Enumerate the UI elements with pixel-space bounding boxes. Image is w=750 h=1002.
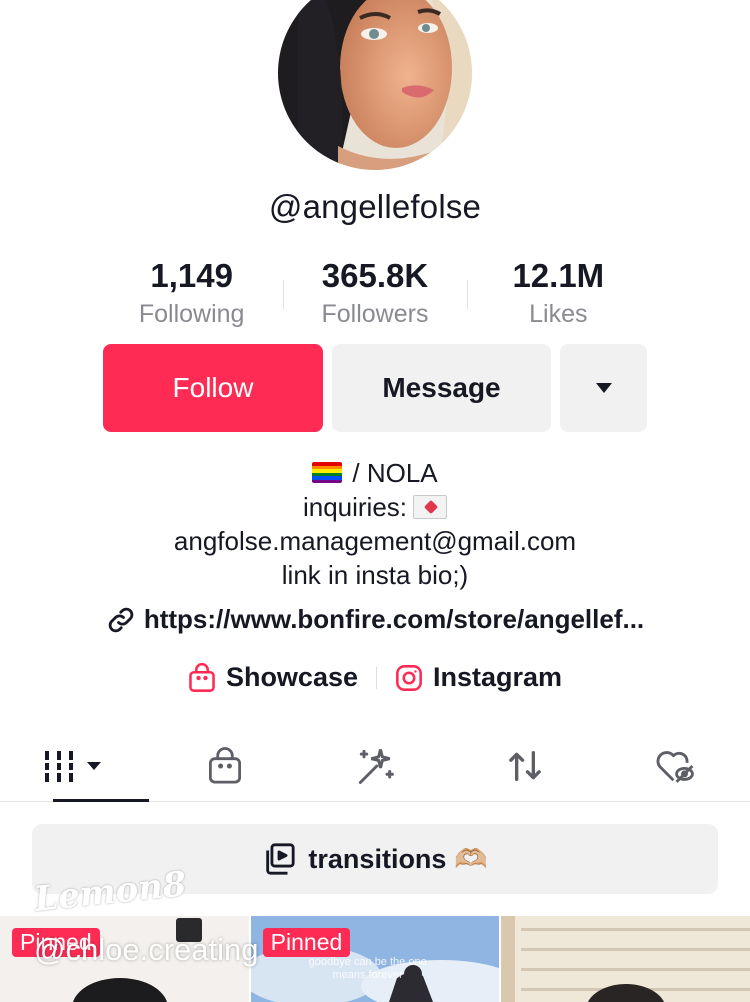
showcase-label: Showcase [225,662,358,692]
pinned-badge: Pinned [12,928,100,957]
stat-likes-value: 12.1M [512,257,605,294]
profile-stats: 1,149 Following 365.8K Followers 12.1M L… [100,254,650,334]
shopping-bag-icon [189,662,215,692]
video-thumbnail-image [501,916,750,1002]
social-links: Showcase Instagram [0,662,750,693]
message-button[interactable]: Message [332,344,551,432]
stat-following-label: Following [138,300,245,328]
social-divider [376,666,377,689]
playlist-label: transitions 🫶🏼 [308,844,488,874]
stat-following[interactable]: 1,149 Following [100,254,283,334]
stat-likes-label: Likes [529,300,588,328]
video-grid: Pinned Pinned goodbye can be the one mea… [0,916,750,1002]
instagram-icon [396,664,422,691]
tab-shop[interactable] [150,730,300,801]
bio-inquiries-text: inquiries: [302,492,408,522]
profile-username: @angellefolse [268,188,482,225]
profile-link[interactable]: https://www.bonfire.com/store/angellef..… [0,604,750,635]
stat-followers-label: Followers [321,300,429,328]
video-overlay-text: goodbye can be the one means forever [308,956,427,981]
profile-link-text: https://www.bonfire.com/store/angellef..… [143,604,645,634]
stat-following-value: 1,149 [150,257,233,294]
bio-line-link-note: link in insta bio;) [281,560,469,590]
video-thumbnail[interactable] [501,916,750,1002]
profile-actions: Follow Message [103,344,647,432]
playlist-transitions[interactable]: transitions 🫶🏼 [32,824,718,894]
liked-hidden-icon [656,750,694,783]
tab-effects[interactable] [300,730,450,801]
profile-bio: / NOLA inquiries: angfolse.management@gm… [0,456,750,592]
magic-wand-icon [358,748,394,784]
love-letter-icon [413,495,448,519]
stat-followers[interactable]: 365.8K Followers [283,254,466,334]
instagram-link[interactable]: Instagram [395,662,562,693]
link-icon [108,607,134,632]
tab-reposts[interactable] [450,730,600,801]
video-thumbnail[interactable]: Pinned [0,916,249,1002]
stat-followers-value: 365.8K [321,257,429,294]
bio-line-inquiries: inquiries: [0,490,750,524]
rainbow-flag-icon [312,462,343,483]
shopping-bag-icon [208,746,242,783]
profile-avatar[interactable] [278,0,472,170]
profile-tabs [0,730,750,802]
stat-likes[interactable]: 12.1M Likes [466,254,650,334]
bio-line-email: angfolse.management@gmail.com [173,526,577,556]
tab-videos[interactable] [0,730,150,802]
video-thumbnail[interactable]: Pinned goodbye can be the one means fore… [250,916,500,1002]
more-options-button[interactable] [560,344,647,432]
bio-line-location: / NOLA [0,456,750,490]
caret-down-icon [595,383,612,393]
repost-icon [509,750,541,781]
tab-liked[interactable] [600,730,750,801]
pinned-badge: Pinned [262,928,351,957]
playlist-icon [266,843,296,875]
follow-button[interactable]: Follow [103,344,323,432]
videos-grid-icon [45,750,101,782]
bio-location-text: / NOLA [352,458,438,488]
instagram-label: Instagram [433,662,563,692]
showcase-link[interactable]: Showcase [188,662,358,693]
